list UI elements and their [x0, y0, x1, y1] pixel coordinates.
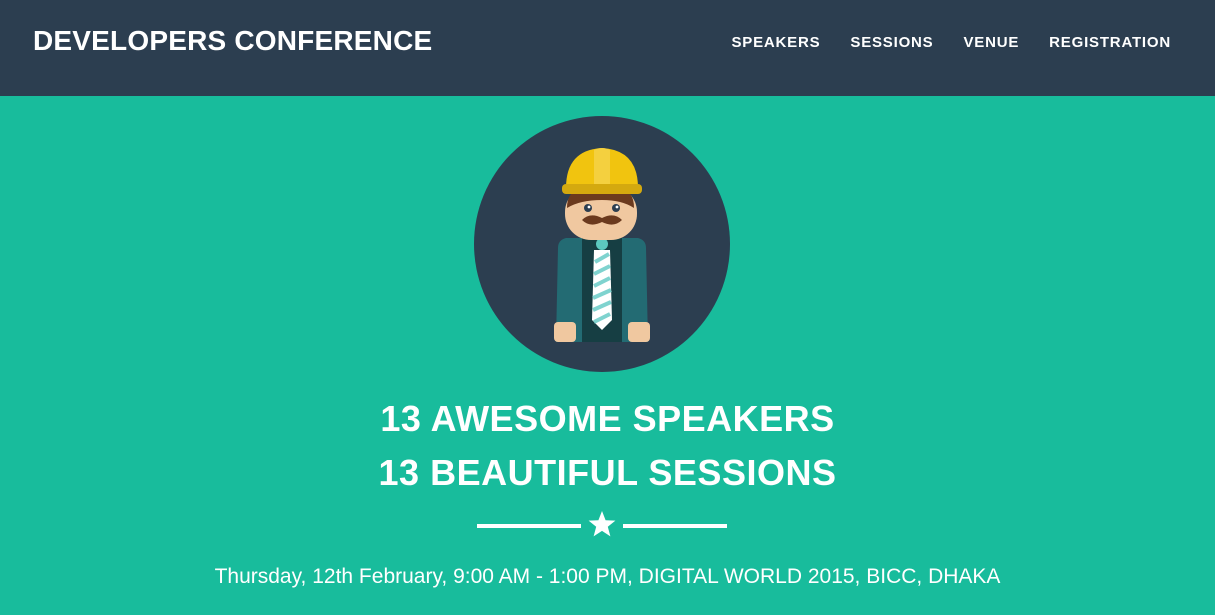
divider-line-right [623, 524, 727, 528]
star-divider [477, 510, 727, 542]
builder-avatar-icon [474, 116, 730, 372]
nav-links: SPEAKERS SESSIONS VENUE REGISTRATION [731, 34, 1171, 51]
star-icon [588, 511, 616, 537]
nav-link-speakers[interactable]: SPEAKERS [731, 34, 820, 51]
nav-link-venue[interactable]: VENUE [963, 34, 1019, 51]
event-details: Thursday, 12th February, 9:00 AM - 1:00 … [214, 565, 1001, 588]
divider-line-left [477, 524, 581, 528]
top-navbar: DEVELOPERS CONFERENCE SPEAKERS SESSIONS … [0, 0, 1215, 96]
nav-link-sessions[interactable]: SESSIONS [850, 34, 933, 51]
headline-speakers: 13 AWESOME SPEAKERS [380, 398, 835, 439]
hero-section: 13 AWESOME SPEAKERS 13 BEAUTIFUL SESSION… [0, 96, 1215, 615]
brand-link[interactable]: DEVELOPERS CONFERENCE [33, 25, 432, 57]
nav-link-registration[interactable]: REGISTRATION [1049, 34, 1171, 51]
headline-sessions: 13 BEAUTIFUL SESSIONS [378, 452, 837, 493]
